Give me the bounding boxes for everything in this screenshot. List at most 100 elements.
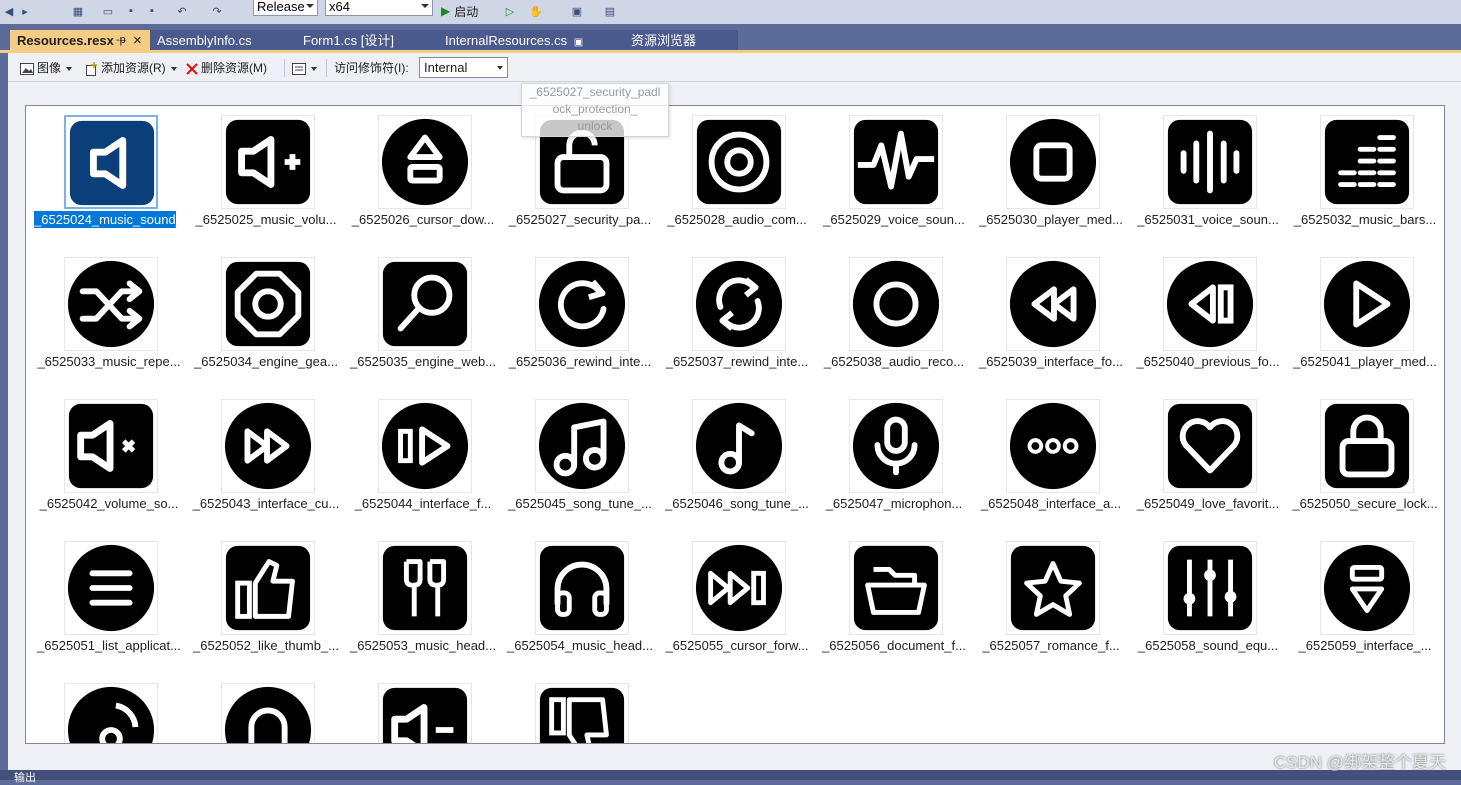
start-button[interactable]: ▶ 启动 bbox=[441, 2, 493, 20]
resource-item[interactable]: _6525044_interface_f... bbox=[348, 395, 498, 535]
resource-thumbnail bbox=[535, 683, 629, 743]
left-dock-strip bbox=[0, 53, 8, 770]
start-without-debug-icon[interactable]: ▷ bbox=[503, 2, 517, 20]
resource-item[interactable]: _6525046_song_tune_... bbox=[662, 395, 812, 535]
tab-assemblyinfo[interactable]: AssemblyInfo.cs bbox=[150, 30, 297, 51]
resource-caption: _6525030_player_med... bbox=[979, 212, 1123, 227]
redo-icon[interactable]: ↷ bbox=[210, 2, 224, 20]
forward-icon[interactable]: ▸ bbox=[18, 2, 32, 20]
resource-thumbnail bbox=[1320, 541, 1414, 635]
resource-item[interactable]: _6525040_previous_fo... bbox=[1133, 253, 1283, 393]
new-project-icon[interactable]: ▦ bbox=[68, 2, 88, 20]
back-icon[interactable]: ◀ bbox=[2, 2, 16, 20]
tab-resources-resx[interactable]: Resources.resx -ᵽ × bbox=[10, 30, 150, 51]
resource-item[interactable]: _6525034_engine_gea... bbox=[191, 253, 341, 393]
resource-item[interactable]: _6525050_secure_lock... bbox=[1290, 395, 1440, 535]
resource-item[interactable]: _6525033_music_repe... bbox=[34, 253, 184, 393]
resource-item[interactable]: _6525051_list_applicat... bbox=[34, 537, 184, 677]
view-dropdown[interactable] bbox=[292, 59, 317, 77]
resource-caption: _6525028_audio_com... bbox=[667, 212, 807, 227]
platform-select[interactable]: x64 bbox=[325, 0, 433, 16]
resource-item[interactable]: _6525058_sound_equ... bbox=[1133, 537, 1283, 677]
resource-item[interactable]: _6525039_interface_fo... bbox=[976, 253, 1126, 393]
search-icon bbox=[382, 261, 468, 347]
resource-item[interactable]: _6525025_music_volu... bbox=[191, 111, 341, 251]
resource-caption: _6525037_rewind_inte... bbox=[665, 354, 809, 369]
resource-item[interactable]: _6525056_document_f... bbox=[819, 537, 969, 677]
resource-item[interactable]: _6525052_like_thumb_... bbox=[191, 537, 341, 677]
resource-item[interactable]: _6525049_love_favorit... bbox=[1133, 395, 1283, 535]
images-dropdown[interactable]: 图像 bbox=[20, 59, 73, 77]
resource-item[interactable]: _6525028_audio_com... bbox=[662, 111, 812, 251]
resource-thumbnail bbox=[221, 399, 315, 493]
sound-bars-icon bbox=[1167, 119, 1253, 205]
resource-item[interactable]: _6525053_music_head... bbox=[348, 537, 498, 677]
resource-item[interactable]: _6525055_cursor_forw... bbox=[662, 537, 812, 677]
access-modifier-value: Internal bbox=[424, 60, 468, 75]
resource-item[interactable]: _6525059_interface_... bbox=[1290, 537, 1440, 677]
configuration-select[interactable]: Release bbox=[253, 0, 318, 16]
microphone-icon bbox=[852, 402, 940, 490]
resource-item[interactable]: _6525045_song_tune_... bbox=[505, 395, 655, 535]
resource-item[interactable]: _6525032_music_bars... bbox=[1290, 111, 1440, 251]
volume-up-icon bbox=[225, 119, 311, 205]
tab-resource-browser[interactable]: 资源浏览器 bbox=[624, 30, 738, 51]
resource-item[interactable]: _6525042_volume_so... bbox=[34, 395, 184, 535]
resource-item[interactable]: _6525026_cursor_dow... bbox=[348, 111, 498, 251]
resource-item[interactable] bbox=[348, 679, 498, 743]
tab-internalresources[interactable]: InternalResources.cs ▣ bbox=[438, 30, 624, 51]
resource-item[interactable]: _6525043_interface_cu... bbox=[191, 395, 341, 535]
output-panel-header[interactable]: 输出 bbox=[0, 770, 1461, 784]
resource-item[interactable]: _6525041_player_med... bbox=[1290, 253, 1440, 393]
resource-caption: _6525056_document_f... bbox=[822, 638, 966, 653]
thumbs-up-icon bbox=[225, 545, 311, 631]
resource-caption: _6525035_engine_web... bbox=[349, 354, 497, 369]
resource-item[interactable] bbox=[191, 679, 341, 743]
attach-icon[interactable]: ✋ bbox=[526, 2, 546, 20]
resource-item[interactable]: _6525024_music_sound_volume_audio_voice bbox=[34, 111, 301, 251]
delete-icon bbox=[186, 63, 198, 75]
resource-thumbnail bbox=[849, 399, 943, 493]
resource-caption: _6525052_like_thumb_... bbox=[192, 638, 339, 653]
resource-caption: _6525055_cursor_forw... bbox=[665, 638, 809, 653]
octagon-gear-icon bbox=[225, 261, 311, 347]
resource-item[interactable] bbox=[34, 679, 184, 743]
layout-icon[interactable]: ▤ bbox=[597, 2, 623, 20]
resource-item[interactable]: _6525029_voice_soun... bbox=[819, 111, 969, 251]
resource-caption: _6525046_song_tune_... bbox=[665, 496, 809, 511]
resource-thumbnail bbox=[64, 115, 158, 209]
undo-icon[interactable]: ↶ bbox=[175, 2, 189, 20]
add-resource-dropdown[interactable]: 添加资源(R) bbox=[84, 59, 177, 77]
resource-item[interactable]: _6525048_interface_a... bbox=[976, 395, 1126, 535]
save-all-icon[interactable]: ▪ bbox=[145, 2, 159, 20]
resource-item[interactable]: _6525054_music_head... bbox=[505, 537, 655, 677]
tab-form1-designer[interactable]: Form1.cs [设计] bbox=[296, 30, 438, 51]
open-folder-icon[interactable]: ▭ bbox=[100, 2, 116, 20]
shuffle-icon bbox=[67, 260, 155, 348]
resource-thumbnail bbox=[849, 115, 943, 209]
resource-grid[interactable]: _6525024_music_sound_volume_audio_voice _… bbox=[25, 105, 1445, 744]
resource-item[interactable]: _6525038_audio_reco... bbox=[819, 253, 969, 393]
resource-thumbnail bbox=[849, 541, 943, 635]
remove-resource-button[interactable]: 删除资源(M) bbox=[186, 59, 267, 77]
resource-item[interactable]: _6525037_rewind_inte... bbox=[662, 253, 812, 393]
resource-caption: _6525050_secure_lock... bbox=[1292, 496, 1438, 511]
earbuds-icon bbox=[382, 545, 468, 631]
resource-item[interactable]: _6525031_voice_soun... bbox=[1133, 111, 1283, 251]
resource-item[interactable]: _6525047_microphon... bbox=[819, 395, 969, 535]
resource-item[interactable] bbox=[505, 679, 655, 743]
music-note-icon bbox=[695, 402, 783, 490]
close-icon[interactable]: × bbox=[133, 30, 142, 51]
access-modifier-select[interactable]: Internal bbox=[419, 57, 508, 78]
resource-item[interactable]: _6525036_rewind_inte... bbox=[505, 253, 655, 393]
resource-item[interactable]: _6525057_romance_f... bbox=[976, 537, 1126, 677]
find-icon[interactable]: ▣ bbox=[568, 2, 586, 20]
resource-caption: _6525051_list_applicat... bbox=[37, 638, 181, 653]
save-icon[interactable]: ▪ bbox=[124, 2, 138, 20]
platform-value: x64 bbox=[329, 0, 350, 14]
resource-item[interactable]: _6525035_engine_web... bbox=[348, 253, 498, 393]
pin-icon[interactable]: -ᵽ bbox=[116, 30, 126, 51]
resource-thumbnail bbox=[64, 541, 158, 635]
resource-item[interactable]: _6525030_player_med... bbox=[976, 111, 1126, 251]
mixer-sliders-icon bbox=[1167, 545, 1253, 631]
